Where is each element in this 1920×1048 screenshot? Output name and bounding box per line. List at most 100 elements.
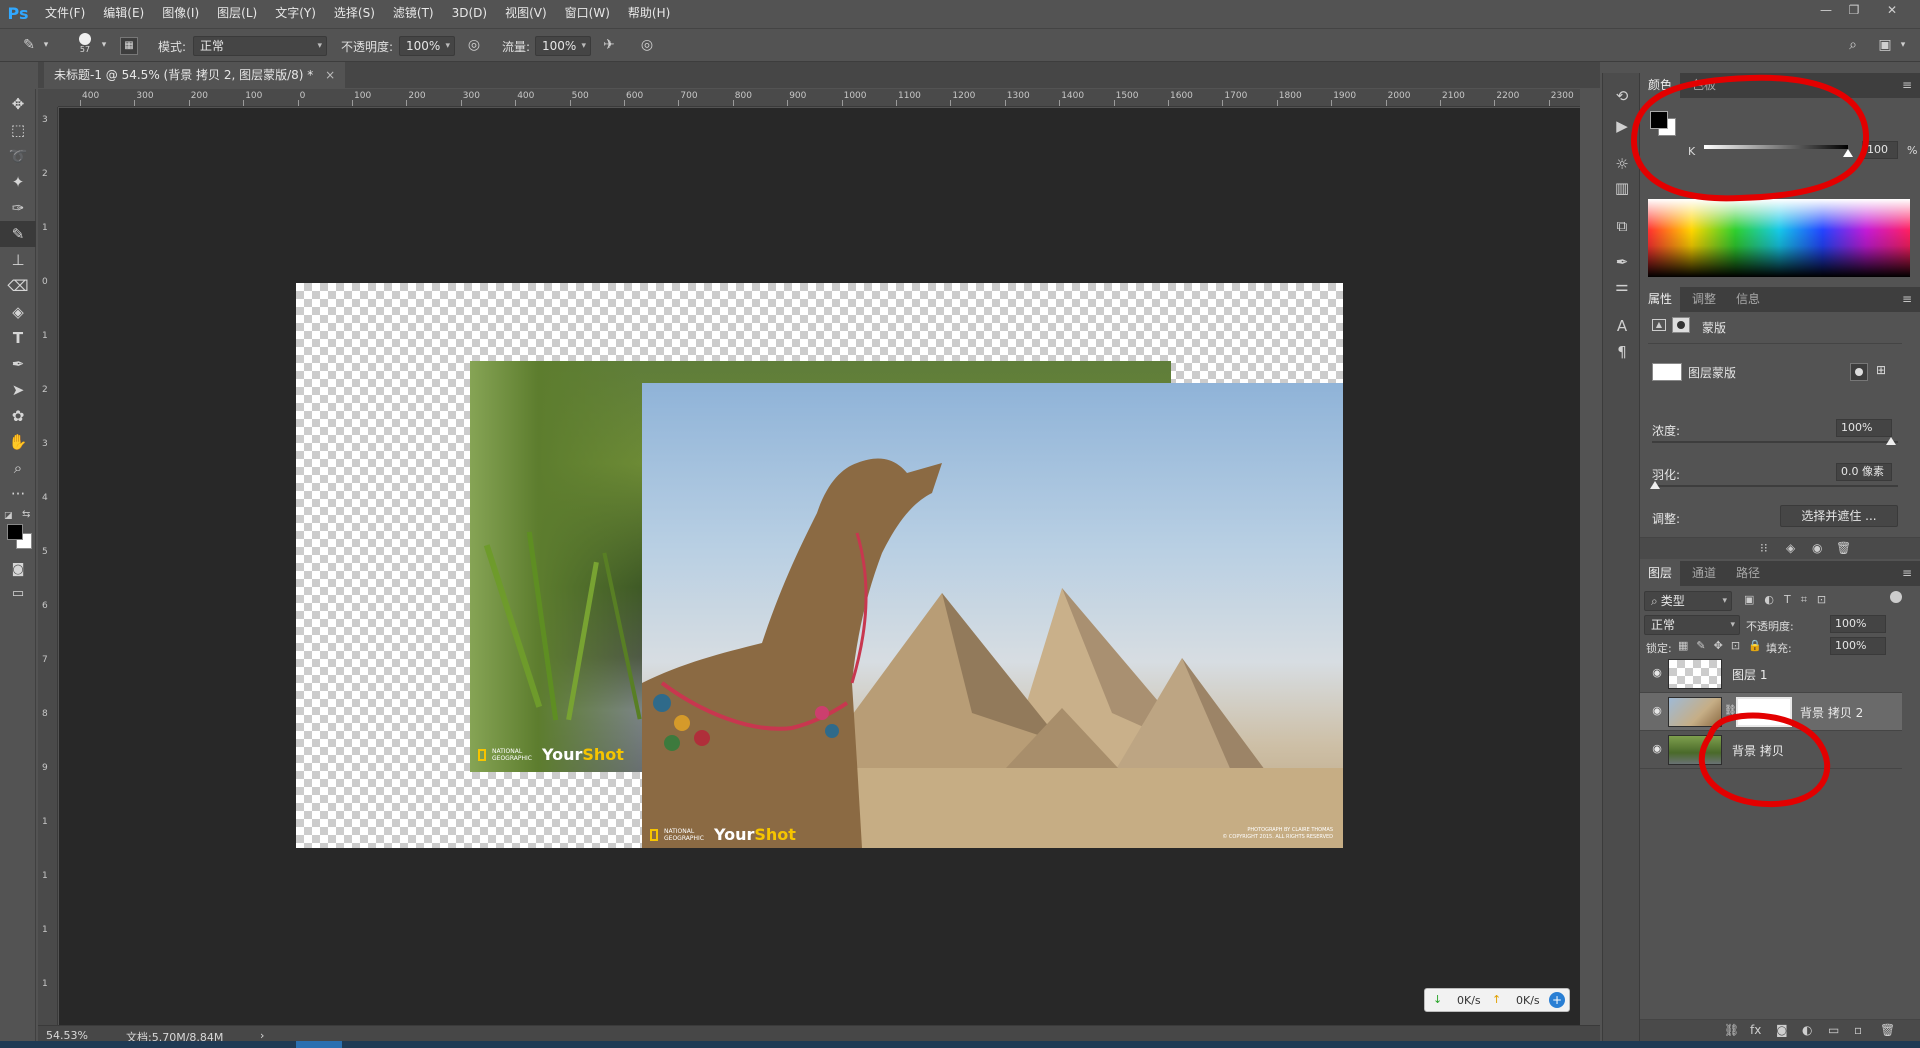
canvas-area[interactable]: NATIONAL GEOGRAPHIC Your Shot NATIONAL G…: [59, 108, 1580, 1025]
tab-properties[interactable]: 属性: [1640, 287, 1681, 312]
close-window-button[interactable]: ✕: [1880, 0, 1904, 22]
k-slider-thumb[interactable]: [1843, 149, 1853, 157]
quick-mask-icon[interactable]: ◙: [0, 557, 36, 583]
menu-item[interactable]: 图层(L): [208, 0, 266, 27]
load-selection-icon[interactable]: ⁝⁝: [1760, 541, 1768, 555]
layer-filter-select[interactable]: ⌕ 类型 ▾: [1644, 591, 1732, 611]
brush-presets-icon[interactable]: ✒: [1603, 249, 1641, 275]
layer-name[interactable]: 图层 1: [1732, 666, 1767, 683]
character-panel-icon[interactable]: A: [1603, 313, 1641, 339]
screen-mode-icon[interactable]: ▭: [0, 581, 36, 607]
flow-input[interactable]: 100% ▾: [535, 36, 591, 56]
chevron-down-icon[interactable]: ▾: [40, 35, 52, 55]
select-pixel-mask-icon[interactable]: [1850, 363, 1868, 381]
hand-tool-icon[interactable]: ✋: [0, 429, 36, 455]
history-panel-icon[interactable]: ⟲: [1603, 83, 1641, 109]
network-speed-widget[interactable]: ↓ 0K/s ↑ 0K/s +: [1424, 988, 1570, 1012]
fx-icon[interactable]: fx: [1750, 1023, 1761, 1037]
opacity-input[interactable]: 100% ▾: [399, 36, 455, 56]
search-icon[interactable]: ⌕: [1842, 35, 1864, 55]
eye-icon[interactable]: ◉: [1648, 704, 1666, 717]
apply-mask-icon[interactable]: ◈: [1786, 541, 1795, 555]
lock-icons[interactable]: ▦✎✥⊡🔒: [1678, 639, 1770, 652]
menu-item[interactable]: 3D(D): [443, 0, 496, 27]
mode-select[interactable]: 正常 ▾: [193, 36, 327, 56]
panel-menu-icon[interactable]: ≡: [1902, 78, 1912, 92]
k-slider-track[interactable]: [1704, 145, 1848, 149]
adjustment-icon[interactable]: ◐: [1802, 1023, 1812, 1037]
marquee-tool-icon[interactable]: ⬚: [0, 117, 36, 143]
eye-icon[interactable]: ◉: [1812, 541, 1822, 555]
eye-icon[interactable]: ◉: [1648, 666, 1666, 679]
tab-channels[interactable]: 通道: [1684, 561, 1724, 586]
mask-icon[interactable]: ◙: [1776, 1023, 1788, 1037]
custom-shape-tool-icon[interactable]: ✿: [0, 403, 36, 429]
k-value-input[interactable]: 100: [1862, 141, 1898, 159]
clone-source-panel-icon[interactable]: ⧉: [1603, 213, 1641, 239]
chevron-down-icon[interactable]: ▾: [98, 35, 110, 55]
menu-item[interactable]: 视图(V): [496, 0, 556, 27]
layer-row[interactable]: ◉ 背景 拷贝: [1640, 731, 1902, 769]
type-tool-icon[interactable]: T: [0, 325, 36, 351]
feather-input[interactable]: 0.0 像素: [1836, 463, 1892, 481]
minimize-button[interactable]: —: [1814, 0, 1838, 22]
menu-item[interactable]: 文件(F): [36, 0, 94, 27]
brush-tool-icon[interactable]: ✎: [0, 221, 36, 247]
brush-tool-preset-icon[interactable]: ✎: [18, 35, 40, 55]
eye-icon[interactable]: ◉: [1648, 742, 1666, 755]
density-input[interactable]: 100%: [1836, 419, 1892, 437]
group-icon[interactable]: ▭: [1828, 1023, 1839, 1037]
lasso-tool-icon[interactable]: ➰: [0, 143, 36, 169]
pixel-mask-icon[interactable]: ▲: [1652, 319, 1666, 331]
tab-paths[interactable]: 路径: [1728, 561, 1768, 586]
tab-color[interactable]: 颜色: [1640, 73, 1681, 98]
menu-item[interactable]: 图像(I): [153, 0, 208, 27]
layer-row-selected[interactable]: ◉ ⛓ 背景 拷贝 2: [1640, 693, 1902, 731]
blend-mode-select[interactable]: 正常 ▾: [1644, 615, 1740, 635]
eraser-tool-icon[interactable]: ⌫: [0, 273, 36, 299]
histogram-panel-icon[interactable]: ▥: [1603, 175, 1641, 201]
taskbar-active-app[interactable]: [296, 1041, 342, 1048]
layer-mask-thumbnail[interactable]: [1736, 697, 1792, 727]
brush-settings-panel-icon[interactable]: ▦: [120, 37, 138, 55]
trash-icon[interactable]: 🗑: [1880, 1023, 1895, 1037]
path-selection-tool-icon[interactable]: ➤: [0, 377, 36, 403]
tab-layers[interactable]: 图层: [1640, 561, 1681, 586]
layer-name[interactable]: 背景 拷贝: [1732, 742, 1784, 759]
chain-link-icon[interactable]: ⛓: [1724, 705, 1737, 716]
tab-adjustments[interactable]: 调整: [1684, 287, 1724, 312]
default-colors-icon[interactable]: ◪: [4, 511, 13, 521]
foreground-color-swatch[interactable]: [7, 524, 23, 540]
zoom-tool-icon[interactable]: ⌕: [0, 455, 36, 481]
actions-panel-icon[interactable]: ▶: [1603, 113, 1641, 139]
stamp-tool-icon[interactable]: ⊥: [0, 247, 36, 273]
menu-item[interactable]: 窗口(W): [556, 0, 619, 27]
layer-filter-icons[interactable]: ▣◐T⌗⊡: [1744, 593, 1836, 607]
eyedropper-tool-icon[interactable]: ✑: [0, 195, 36, 221]
document-tab[interactable]: 未标题-1 @ 54.5% (背景 拷贝 2, 图层蒙版/8) * ×: [44, 62, 346, 88]
new-layer-icon[interactable]: ▫: [1854, 1023, 1862, 1037]
select-and-mask-button[interactable]: 选择并遮住 ...: [1780, 505, 1898, 527]
pen-tool-icon[interactable]: ✒: [0, 351, 36, 377]
menu-item[interactable]: 帮助(H): [619, 0, 679, 27]
airbrush-icon[interactable]: ✈: [598, 35, 620, 55]
restore-button[interactable]: ❐: [1842, 0, 1866, 22]
panel-menu-icon[interactable]: ≡: [1902, 292, 1912, 306]
pressure-size-icon[interactable]: ◎: [636, 35, 658, 55]
layer-opacity-input[interactable]: 100%: [1830, 615, 1886, 633]
menu-item[interactable]: 编辑(E): [94, 0, 153, 27]
paint-bucket-tool-icon[interactable]: ◈: [0, 299, 36, 325]
panel-menu-icon[interactable]: ≡: [1902, 566, 1912, 580]
more-tools-icon[interactable]: ···: [0, 481, 36, 507]
layer-name[interactable]: 背景 拷贝 2: [1800, 704, 1863, 721]
magic-wand-tool-icon[interactable]: ✦: [0, 169, 36, 195]
density-slider-thumb[interactable]: [1886, 437, 1896, 445]
menu-item[interactable]: 文字(Y): [266, 0, 325, 27]
fill-input[interactable]: 100%: [1830, 637, 1886, 655]
tab-info[interactable]: 信息: [1728, 287, 1768, 312]
feather-slider-track[interactable]: [1652, 485, 1898, 487]
brush-settings-icon[interactable]: ⚌: [1603, 273, 1641, 299]
color-spectrum[interactable]: [1648, 199, 1910, 277]
menu-item[interactable]: 选择(S): [325, 0, 384, 27]
trash-icon[interactable]: 🗑: [1836, 541, 1851, 555]
